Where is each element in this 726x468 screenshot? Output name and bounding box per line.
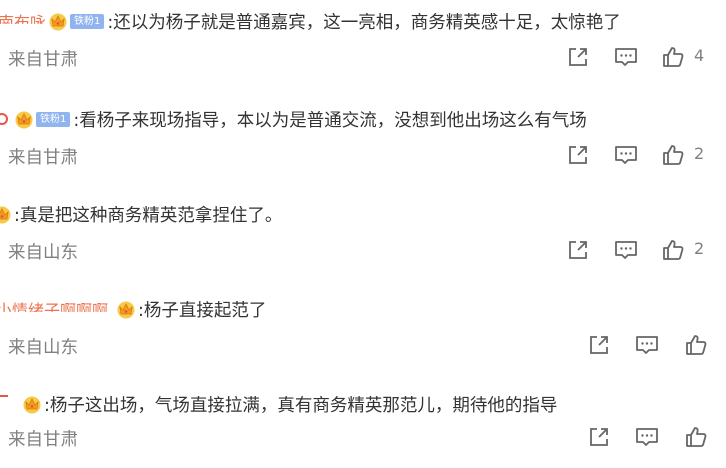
fan-badge[interactable]: 铁粉1 [36, 111, 71, 127]
fan-badge[interactable]: 铁粉1 [70, 13, 105, 29]
comment-text: :看杨子来现场指导，本以为是普通交流，没想到他出场这么有气场 [73, 110, 587, 131]
comment-text: :杨子直接起范了 [138, 300, 267, 321]
avatar-mark-icon [0, 395, 8, 401]
thumbs-up-icon[interactable] [660, 44, 686, 70]
comment-text: :杨子这出场，气场直接拉满，真有商务精英那范儿，期待他的指导 [44, 395, 558, 416]
crown-icon [0, 204, 12, 224]
share-icon[interactable] [565, 237, 591, 263]
thumbs-up-icon[interactable] [683, 424, 709, 450]
comment-text: :真是把这种商务精英范拿捏住了。 [14, 205, 283, 226]
comment-item: 铁粉1 :看杨子来现场指导，本以为是普通交流，没想到他出场这么有气场 来自甘肃 … [0, 104, 726, 188]
crown-icon [116, 299, 136, 319]
comment-icon[interactable] [613, 44, 639, 70]
comment-item: 小情绪子啊啊啊 :杨子直接起范了 来自山东 [0, 294, 726, 378]
comment-username[interactable]: 南布咏 [0, 9, 46, 24]
comment-actions [0, 332, 726, 358]
comment-icon[interactable] [634, 424, 660, 450]
comment-item: :杨子这出场，气场直接拉满，真有商务精英那范儿，期待他的指导 来自甘肃 [0, 389, 726, 468]
like-count: 2 [694, 239, 705, 258]
comment-text: :还以为杨子就是普通嘉宾，这一亮相，商务精英感十足，太惊艳了 [107, 12, 621, 33]
comment-icon[interactable] [613, 237, 639, 263]
thumbs-up-icon[interactable] [660, 142, 686, 168]
thumbs-up-icon[interactable] [660, 237, 686, 263]
share-icon[interactable] [586, 332, 612, 358]
comment-item: 南布咏 铁粉1 :还以为杨子就是普通嘉宾，这一亮相，商务精英感十足，太惊艳了 来… [0, 6, 726, 90]
share-icon[interactable] [586, 424, 612, 450]
thumbs-up-icon[interactable] [683, 332, 709, 358]
comment-username[interactable]: 小情绪子啊啊啊 [0, 297, 108, 312]
comment-actions: 2 [0, 237, 726, 263]
like-count: 2 [694, 144, 705, 163]
comment-actions: 2 [0, 142, 726, 168]
share-icon[interactable] [565, 142, 591, 168]
crown-icon [22, 394, 42, 414]
comment-actions [0, 424, 726, 450]
avatar-ring-icon [0, 113, 8, 125]
comment-icon[interactable] [634, 332, 660, 358]
like-count: 4 [694, 46, 705, 65]
comment-icon[interactable] [613, 142, 639, 168]
crown-icon [14, 109, 34, 129]
share-icon[interactable] [565, 44, 591, 70]
crown-icon [48, 11, 68, 31]
comment-actions: 4 [0, 44, 726, 70]
comment-item: :真是把这种商务精英范拿捏住了。 来自山东 2 [0, 199, 726, 283]
